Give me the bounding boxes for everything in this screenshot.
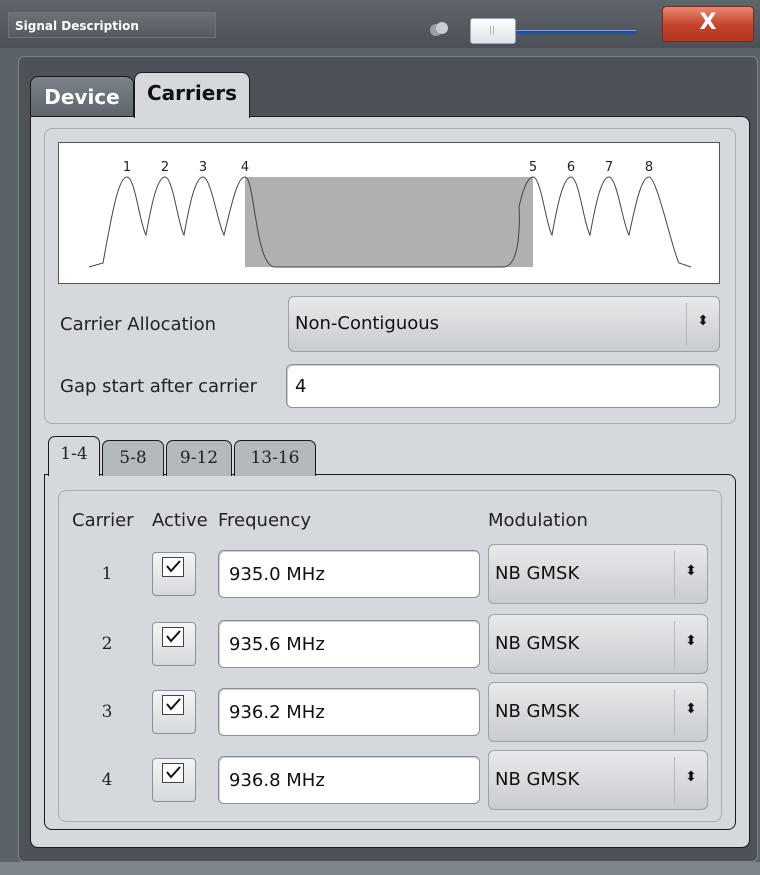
tab-carriers[interactable]: Carriers <box>134 72 250 118</box>
carrier-label-group: 1 2 3 4 5 6 7 8 <box>123 160 653 175</box>
frequency-input[interactable]: 935.6 MHz <box>218 620 480 668</box>
active-checkbox[interactable] <box>152 552 196 596</box>
check-icon <box>166 766 181 779</box>
tab-carriers-1-4[interactable]: 1-4 <box>48 436 100 476</box>
tab-carriers-13-16[interactable]: 13-16 <box>234 440 316 476</box>
tab-carriers-9-12[interactable]: 9-12 <box>166 440 232 476</box>
carrier-number: 1 <box>101 564 113 584</box>
header-active: Active <box>152 510 208 531</box>
modulation-value: NB GMSK <box>495 563 580 584</box>
frequency-value: 935.0 MHz <box>229 564 325 585</box>
carrier-allocation-value: Non-Contiguous <box>295 313 440 334</box>
window-title: Signal Description <box>8 12 216 38</box>
carrier-number: 2 <box>101 634 113 654</box>
modulation-select[interactable]: NB GMSK ⬍ <box>488 750 708 810</box>
modulation-value: NB GMSK <box>495 769 580 790</box>
select-arrow-icon: ⬍ <box>674 689 707 735</box>
carrier-allocation-select[interactable]: Non-Contiguous ⬍ <box>288 296 720 352</box>
select-arrow-icon: ⬍ <box>674 757 707 803</box>
frequency-input[interactable]: 936.8 MHz <box>218 756 480 804</box>
carrier-label-7: 7 <box>605 160 613 175</box>
check-icon <box>166 630 181 643</box>
gap-start-label: Gap start after carrier <box>60 376 257 397</box>
active-checkbox[interactable] <box>152 758 196 802</box>
check-icon <box>166 698 181 711</box>
transparency-slider-track[interactable] <box>506 30 636 34</box>
frequency-input[interactable]: 935.0 MHz <box>218 550 480 598</box>
carrier-number: 4 <box>101 770 113 790</box>
frequency-input[interactable]: 936.2 MHz <box>218 688 480 736</box>
active-checkbox[interactable] <box>152 690 196 734</box>
gap-start-input[interactable]: 4 <box>286 364 720 408</box>
carrier-allocation-label: Carrier Allocation <box>60 314 217 335</box>
transparency-slider-thumb[interactable] <box>470 18 516 44</box>
tab-carriers-5-8[interactable]: 5-8 <box>102 440 164 476</box>
select-arrow-icon: ⬍ <box>674 621 707 667</box>
modulation-value: NB GMSK <box>495 701 580 722</box>
frequency-value: 935.6 MHz <box>229 634 325 655</box>
frequency-value: 936.8 MHz <box>229 770 325 791</box>
carrier-label-2: 2 <box>161 160 169 175</box>
carrier-spectrum-graphic: 1 2 3 4 5 6 7 8 <box>88 160 692 268</box>
gap-region <box>245 177 533 267</box>
header-modulation: Modulation <box>488 510 588 531</box>
header-carrier: Carrier <box>72 510 134 531</box>
carrier-label-1: 1 <box>123 160 131 175</box>
select-arrow-icon: ⬍ <box>674 551 707 597</box>
carrier-label-5: 5 <box>529 160 537 175</box>
modulation-select[interactable]: NB GMSK ⬍ <box>488 614 708 674</box>
carrier-label-8: 8 <box>645 160 653 175</box>
modulation-select[interactable]: NB GMSK ⬍ <box>488 682 708 742</box>
modulation-value: NB GMSK <box>495 633 580 654</box>
carrier-diagram: 1 2 3 4 5 6 7 8 <box>58 142 720 284</box>
carrier-label-4: 4 <box>241 160 249 175</box>
carrier-label-6: 6 <box>567 160 575 175</box>
gap-start-value: 4 <box>295 376 307 397</box>
check-icon <box>166 560 181 573</box>
background-strip <box>0 862 760 875</box>
close-button[interactable]: X <box>662 6 754 42</box>
carrier-label-3: 3 <box>199 160 207 175</box>
carrier-number: 3 <box>101 702 113 722</box>
frequency-value: 936.2 MHz <box>229 702 325 723</box>
header-frequency: Frequency <box>218 510 311 531</box>
active-checkbox[interactable] <box>152 622 196 666</box>
select-arrow-icon: ⬍ <box>686 303 719 345</box>
transparency-icon <box>430 22 450 36</box>
tab-device[interactable]: Device <box>30 76 134 118</box>
modulation-select[interactable]: NB GMSK ⬍ <box>488 544 708 604</box>
